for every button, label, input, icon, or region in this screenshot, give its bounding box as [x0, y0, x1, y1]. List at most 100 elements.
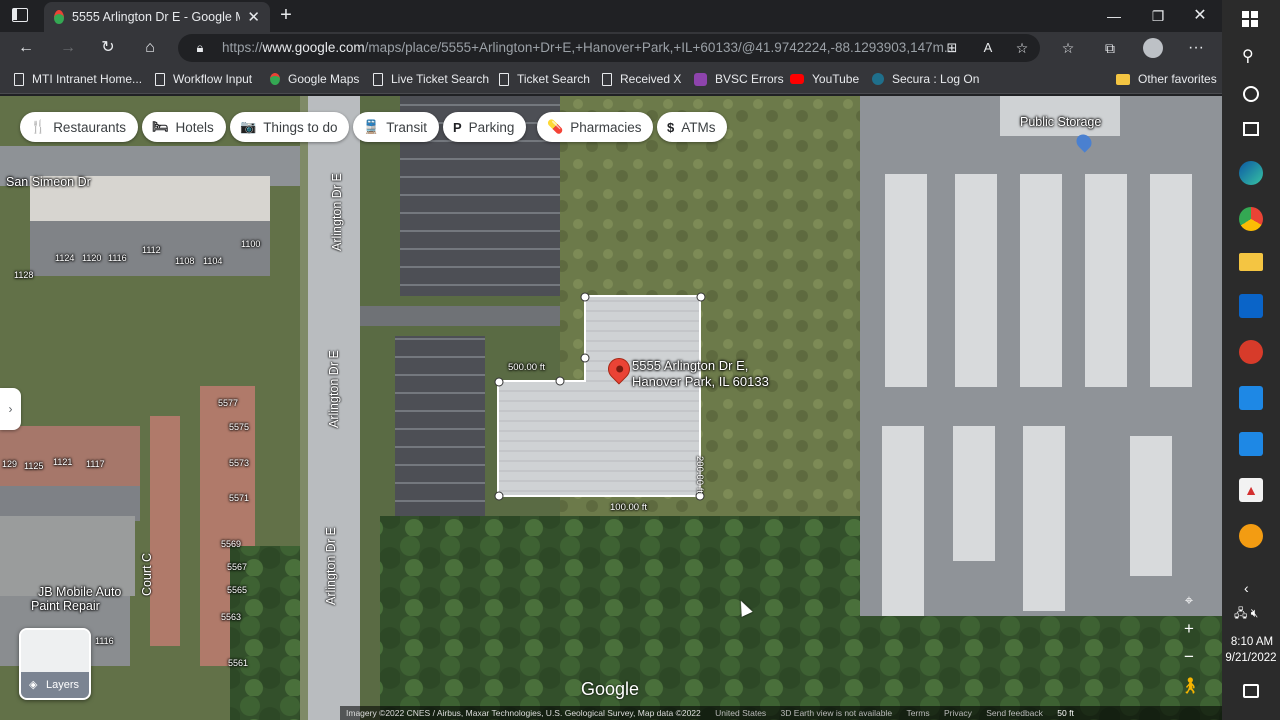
chip-atms[interactable]: $ ATMs [657, 112, 728, 142]
bldg-5569: 5569 [221, 539, 242, 549]
folder-icon [1116, 73, 1130, 85]
satellite-map[interactable]: 🍴 Restaurants 🛏 Hotels 📷 Things to do 🚆 Tran… [0, 96, 1222, 720]
zoom-out-button[interactable]: − [1178, 646, 1200, 668]
bldg-5577: 5577 [218, 398, 239, 408]
chip-restaurants[interactable]: 🍴 Restaurants [20, 112, 138, 142]
bldg-129: 129 [2, 459, 18, 469]
bldg-5567: 5567 [227, 562, 248, 572]
chrome-app-icon[interactable] [1239, 207, 1263, 231]
atm-icon: $ [667, 119, 675, 135]
lock-icon[interactable]: 🔒︎ [188, 36, 212, 60]
attrib-privacy[interactable]: Privacy [944, 708, 972, 718]
profile-avatar[interactable] [1143, 38, 1163, 58]
bookmark-youtube[interactable]: YouTube [790, 70, 859, 88]
active-tab[interactable]: 5555 Arlington Dr E - Google Ma ✕ [44, 2, 270, 32]
chevron-left-icon[interactable]: ‹ [1244, 580, 1249, 596]
bookmark-secura[interactable]: Secura : Log On [872, 70, 979, 88]
street-arlington-2: Arlington Dr E [327, 350, 341, 428]
bldg-1116b: 1116 [95, 636, 114, 646]
more-menu-icon[interactable]: ··· [1184, 36, 1208, 60]
attrib-terms[interactable]: Terms [906, 708, 929, 718]
outlook-icon[interactable] [1239, 294, 1263, 318]
map-attribution: Imagery ©2022 CNES / Airbus, Maxar Techn… [340, 706, 1222, 720]
my-location-icon[interactable]: ⌖ [1178, 590, 1200, 612]
calculator-icon-2[interactable] [1239, 432, 1263, 456]
camera-icon: 📷 [240, 119, 257, 134]
bookmark-other-favorites[interactable]: Other favorites [1116, 70, 1217, 88]
windows-start-icon[interactable] [1242, 11, 1258, 27]
new-tab-button[interactable]: + [276, 4, 296, 26]
bookmarks-bar: MTI Intranet Home... Workflow Input Goog… [0, 64, 1222, 94]
chip-things-to-do[interactable]: 📷 Things to do [230, 112, 350, 142]
bookmark-bvsc-errors[interactable]: BVSC Errors [694, 70, 784, 88]
restore-button[interactable]: ❐ [1136, 4, 1180, 28]
address-bar[interactable]: https://www.google.com/maps/place/5555+A… [178, 34, 1040, 62]
app-icon-orange[interactable] [1239, 524, 1263, 548]
forward-icon[interactable]: → [56, 36, 80, 60]
file-explorer-icon[interactable] [1239, 253, 1263, 271]
tab-bar: 5555 Arlington Dr E - Google Ma ✕ + — ❐ … [0, 0, 1222, 32]
poi-jb-mobile-line1[interactable]: JB Mobile Auto [38, 585, 121, 599]
bldg-1112: 1112 [142, 245, 161, 255]
tab-close-icon[interactable]: ✕ [247, 8, 260, 26]
bookmark-live-ticket-search[interactable]: Live Ticket Search [373, 70, 489, 88]
street-arlington-3: Arlington Dr E [324, 527, 338, 605]
home-icon[interactable]: ⌂ [138, 36, 162, 60]
close-window-button[interactable]: ✕ [1178, 4, 1222, 28]
bldg-5561: 5561 [228, 658, 249, 668]
bldg-1125: 1125 [24, 461, 44, 471]
collections-icon[interactable]: ⧉ [1098, 36, 1122, 60]
chip-parking[interactable]: P Parking [443, 112, 527, 142]
chip-transit[interactable]: 🚆 Transit [353, 112, 439, 142]
windows-sidebar: ⚲ ▲ ‹ 🖧 🔇︎ 8:10 AM 9/21/2022 [1222, 0, 1280, 720]
expand-side-panel-button[interactable]: › [0, 388, 21, 430]
bookmark-workflow-input[interactable]: Workflow Input [155, 70, 252, 88]
layers-button[interactable]: ◈ Layers [19, 628, 91, 700]
app-available-icon[interactable]: ⊞ [940, 36, 964, 60]
attrib-country[interactable]: United States [715, 708, 766, 718]
measure-200ft: 200.00 ft [694, 456, 705, 493]
refresh-icon[interactable]: ↻ [96, 36, 120, 60]
parking-icon: P [453, 119, 462, 135]
cortana-icon[interactable] [1243, 86, 1259, 102]
measure-500ft: 500.00 ft [508, 362, 545, 373]
bookmark-mti-intranet[interactable]: MTI Intranet Home... [14, 70, 142, 88]
edge-app-icon[interactable] [1239, 161, 1263, 185]
search-icon[interactable]: ⚲ [1242, 46, 1254, 66]
read-aloud-icon[interactable]: A [976, 36, 1000, 60]
calculator-icon[interactable] [1239, 386, 1263, 410]
google-logo: Google [581, 679, 640, 699]
place-name-line1: 5555 Arlington Dr E, [632, 358, 749, 373]
bookmark-ticket-search[interactable]: Ticket Search [499, 70, 590, 88]
pegman-icon[interactable]: 🚶︎ [1180, 676, 1200, 698]
minimize-button[interactable]: — [1092, 4, 1136, 28]
bldg-1116: 1116 [108, 253, 127, 263]
bldg-1128: 1128 [14, 270, 34, 280]
network-volume-icon[interactable]: 🖧 🔇︎ [1234, 604, 1258, 625]
bookmark-google-maps[interactable]: Google Maps [270, 70, 359, 88]
back-icon[interactable]: ← [14, 36, 38, 60]
add-favorite-icon[interactable]: ☆ [1010, 36, 1034, 60]
attrib-3d: 3D Earth view is not available [780, 708, 893, 718]
bookmark-received-x[interactable]: Received X [602, 70, 681, 88]
clock-date[interactable]: 9/21/2022 [1222, 652, 1280, 664]
google-maps-favicon-icon [54, 10, 64, 24]
notifications-icon[interactable] [1243, 684, 1259, 698]
bldg-1108: 1108 [175, 256, 195, 266]
favorites-icon[interactable]: ☆ [1056, 36, 1080, 60]
app-icon-red[interactable] [1239, 340, 1263, 364]
zoom-in-button[interactable]: + [1178, 618, 1200, 640]
chip-hotels[interactable]: 🛏 Hotels [142, 112, 226, 142]
chip-pharmacies[interactable]: 💊 Pharmacies [537, 112, 654, 142]
poi-jb-mobile-line2[interactable]: Paint Repair [31, 599, 100, 613]
bvsc-icon [694, 72, 707, 86]
clock-time[interactable]: 8:10 AM [1226, 636, 1278, 648]
tab-actions-icon[interactable] [12, 8, 28, 22]
bed-icon: 🛏 [152, 119, 169, 134]
task-view-icon[interactable] [1243, 122, 1259, 136]
bldg-1120: 1120 [82, 253, 102, 263]
scale-label[interactable]: 50 ft [1057, 708, 1074, 718]
acrobat-icon[interactable]: ▲ [1239, 478, 1263, 502]
attrib-feedback[interactable]: Send feedback [986, 708, 1043, 718]
poi-public-storage[interactable]: Public Storage [1020, 115, 1101, 129]
